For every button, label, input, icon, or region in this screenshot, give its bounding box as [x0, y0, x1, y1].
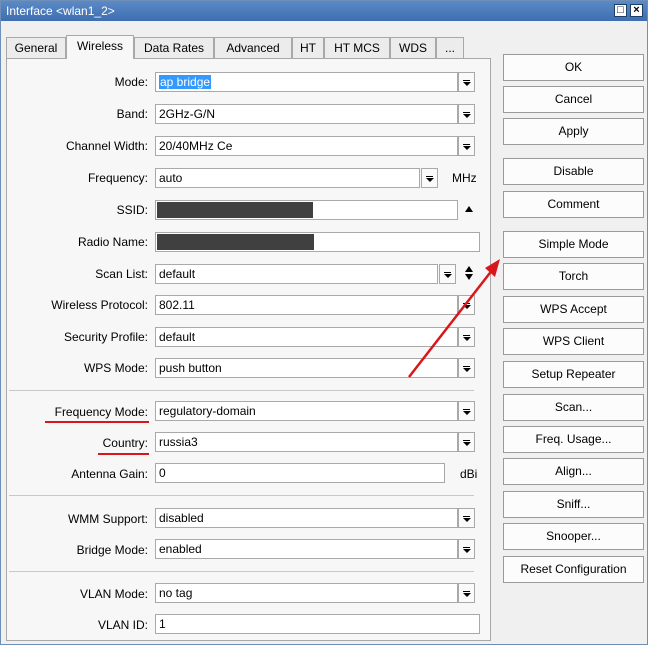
- frequency-mode-dropdown-icon[interactable]: [458, 401, 475, 421]
- tab-general[interactable]: General: [6, 37, 66, 58]
- frequency-select[interactable]: auto: [155, 168, 420, 188]
- setup-repeater-button[interactable]: Setup Repeater: [503, 361, 644, 388]
- frequency-mode-label: Frequency Mode:: [54, 405, 148, 419]
- separator: [9, 495, 474, 496]
- interface-window: Interface <wlan1_2> □ × General Wireless…: [0, 0, 648, 645]
- separator: [9, 390, 474, 391]
- title-bar[interactable]: Interface <wlan1_2> □ ×: [1, 1, 647, 21]
- torch-button[interactable]: Torch: [503, 263, 644, 290]
- antenna-gain-unit: dBi: [460, 467, 478, 481]
- reset-configuration-button[interactable]: Reset Configuration: [503, 556, 644, 583]
- simple-mode-button[interactable]: Simple Mode: [503, 231, 644, 258]
- mode-select[interactable]: ap bridge: [155, 72, 458, 92]
- wps-mode-select[interactable]: push button: [155, 358, 458, 378]
- tab-advanced[interactable]: Advanced: [214, 37, 292, 58]
- restore-icon[interactable]: □: [614, 4, 627, 17]
- band-label: Band:: [116, 107, 148, 121]
- tab-wds[interactable]: WDS: [390, 37, 436, 58]
- bridge-mode-select[interactable]: enabled: [155, 539, 458, 559]
- updown-icon[interactable]: [464, 265, 474, 281]
- wps-accept-button[interactable]: WPS Accept: [503, 296, 644, 323]
- scan-button[interactable]: Scan...: [503, 394, 644, 421]
- tab-ht[interactable]: HT: [292, 37, 324, 58]
- country-label: Country:: [102, 436, 148, 450]
- separator: [9, 571, 474, 572]
- ok-button[interactable]: OK: [503, 54, 644, 81]
- vlan-id-label: VLAN ID:: [97, 618, 148, 632]
- apply-button[interactable]: Apply: [503, 118, 644, 145]
- country-dropdown-icon[interactable]: [458, 432, 475, 452]
- collapse-icon[interactable]: [464, 205, 474, 213]
- bridge-mode-dropdown-icon[interactable]: [458, 539, 475, 559]
- scan-list-dropdown-icon[interactable]: [439, 264, 456, 284]
- mode-dropdown-icon[interactable]: [458, 72, 475, 92]
- frequency-unit: MHz: [452, 171, 477, 185]
- band-select[interactable]: 2GHz-G/N: [155, 104, 458, 124]
- snooper-button[interactable]: Snooper...: [503, 523, 644, 550]
- wps-mode-dropdown-icon[interactable]: [458, 358, 475, 378]
- country-select[interactable]: russia3: [155, 432, 458, 452]
- wps-client-button[interactable]: WPS Client: [503, 328, 644, 355]
- wps-mode-label: WPS Mode:: [83, 361, 148, 375]
- security-profile-select[interactable]: default: [155, 327, 458, 347]
- annotation-underline: [98, 453, 149, 455]
- ssid-label: SSID:: [116, 203, 148, 217]
- close-icon[interactable]: ×: [630, 4, 643, 17]
- tab-data-rates[interactable]: Data Rates: [134, 37, 214, 58]
- wireless-protocol-select[interactable]: 802.11: [155, 295, 458, 315]
- bridge-mode-label: Bridge Mode:: [76, 543, 148, 557]
- freq-usage-button[interactable]: Freq. Usage...: [503, 426, 644, 453]
- frequency-mode-select[interactable]: regulatory-domain: [155, 401, 458, 421]
- security-profile-dropdown-icon[interactable]: [458, 327, 475, 347]
- antenna-gain-input[interactable]: 0: [155, 463, 445, 483]
- wireless-protocol-dropdown-icon[interactable]: [458, 295, 475, 315]
- cancel-button[interactable]: Cancel: [503, 86, 644, 113]
- radio-name-label: Radio Name:: [77, 235, 148, 249]
- wireless-protocol-label: Wireless Protocol:: [51, 298, 148, 312]
- security-profile-label: Security Profile:: [63, 330, 148, 344]
- wmm-support-select[interactable]: disabled: [155, 508, 458, 528]
- vlan-mode-select[interactable]: no tag: [155, 583, 458, 603]
- vlan-mode-label: VLAN Mode:: [79, 587, 148, 601]
- scan-list-select[interactable]: default: [155, 264, 438, 284]
- tab-ht-mcs[interactable]: HT MCS: [324, 37, 390, 58]
- frequency-label: Frequency:: [87, 171, 148, 185]
- annotation-underline: [45, 421, 149, 423]
- radio-name-redacted: [157, 234, 314, 250]
- align-button[interactable]: Align...: [503, 458, 644, 485]
- band-dropdown-icon[interactable]: [458, 104, 475, 124]
- mode-label: Mode:: [114, 75, 148, 89]
- channel-width-dropdown-icon[interactable]: [458, 136, 475, 156]
- frequency-dropdown-icon[interactable]: [421, 168, 438, 188]
- mode-value: ap bridge: [159, 75, 212, 89]
- disable-button[interactable]: Disable: [503, 158, 644, 185]
- wmm-support-label: WMM Support:: [67, 512, 148, 526]
- comment-button[interactable]: Comment: [503, 191, 644, 218]
- channel-width-label: Channel Width:: [65, 139, 148, 153]
- window-title: Interface <wlan1_2>: [6, 4, 115, 18]
- wmm-support-dropdown-icon[interactable]: [458, 508, 475, 528]
- vlan-id-input[interactable]: 1: [155, 614, 480, 634]
- tab-wireless[interactable]: Wireless: [66, 35, 134, 59]
- sniff-button[interactable]: Sniff...: [503, 491, 644, 518]
- ssid-redacted: [157, 202, 313, 218]
- channel-width-select[interactable]: 20/40MHz Ce: [155, 136, 458, 156]
- vlan-mode-dropdown-icon[interactable]: [458, 583, 475, 603]
- antenna-gain-label: Antenna Gain:: [71, 467, 148, 481]
- scan-list-label: Scan List:: [95, 267, 148, 281]
- tab-more[interactable]: ...: [436, 37, 464, 58]
